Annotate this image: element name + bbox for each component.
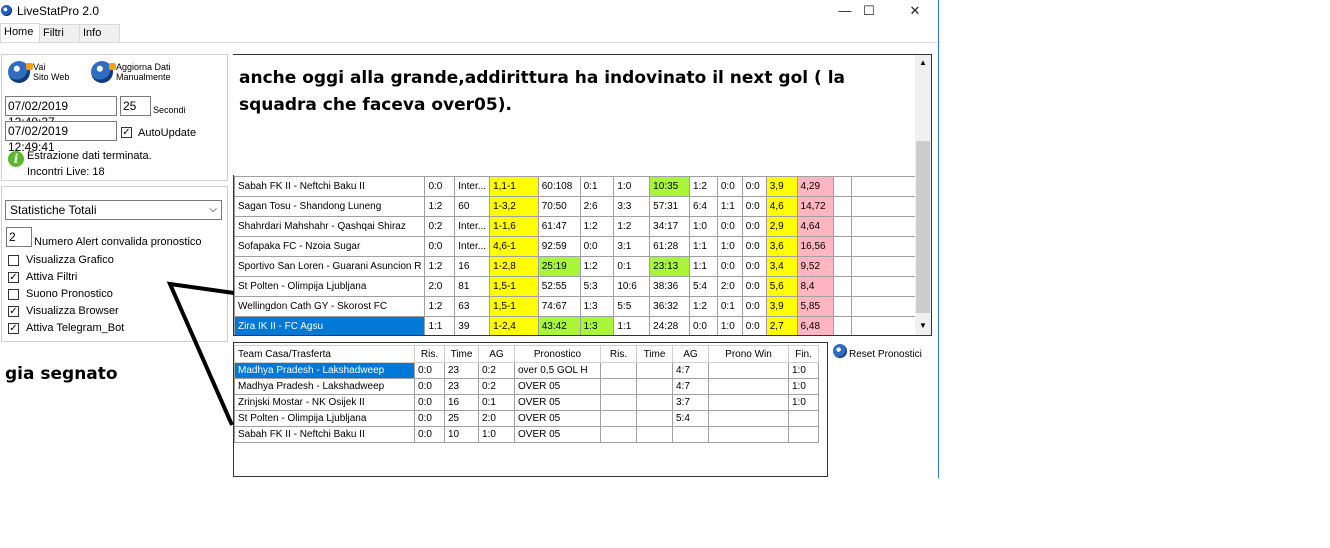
annotation-arrow-line	[166, 281, 235, 426]
annotation-arrow	[166, 281, 235, 426]
